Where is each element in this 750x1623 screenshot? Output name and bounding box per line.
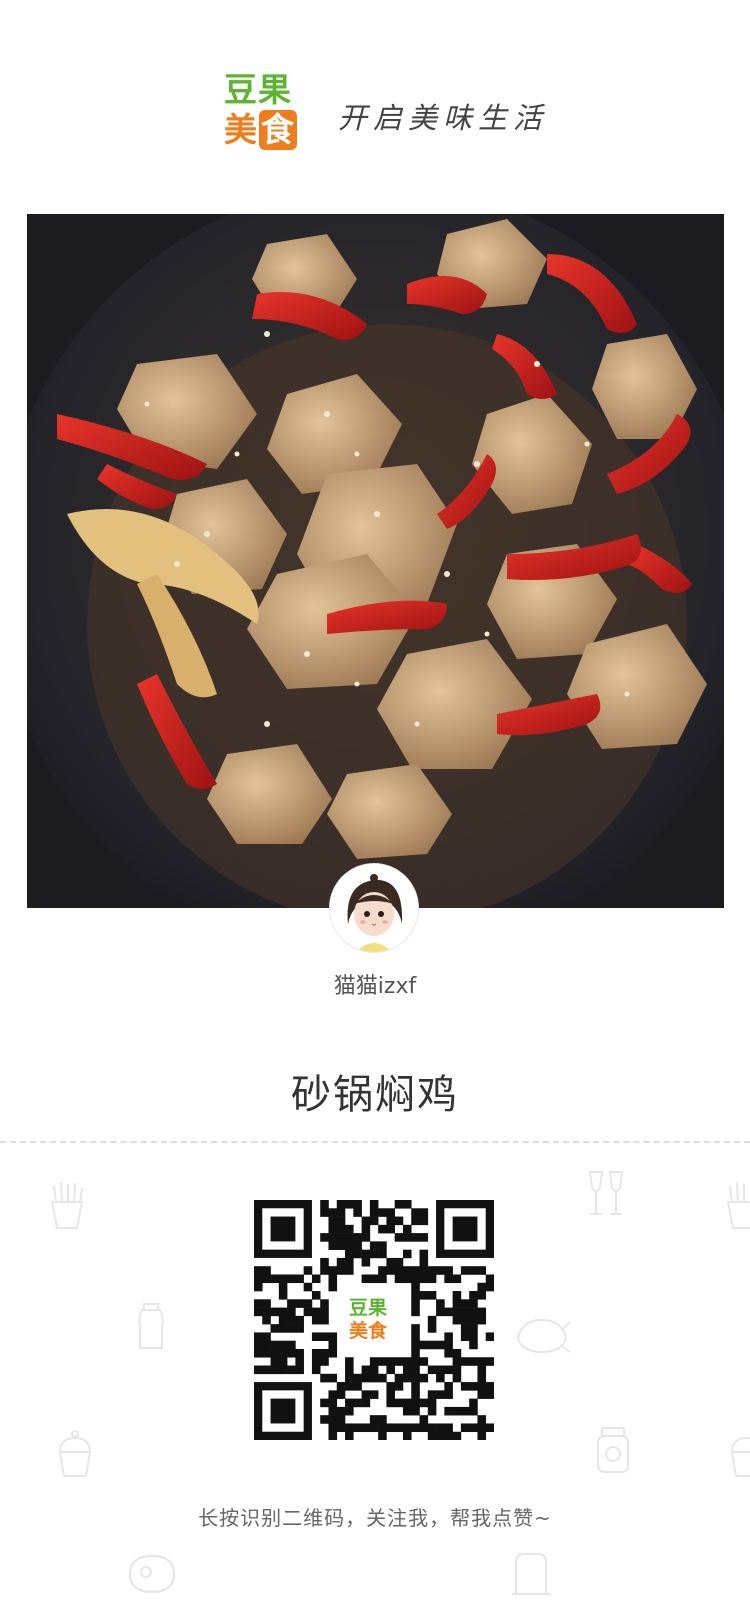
steak-icon bbox=[128, 1554, 176, 1594]
qr-caption: 长按识别二维码，关注我，帮我点赞~ bbox=[198, 1506, 552, 1530]
roast-chicken-icon bbox=[516, 1318, 571, 1354]
salt-shaker-icon bbox=[138, 1303, 164, 1349]
slogan: 开启美味生活 bbox=[338, 101, 549, 135]
fries-icon bbox=[50, 1181, 84, 1229]
cupcake-icon-right bbox=[730, 1436, 750, 1477]
qr-logo-top: 豆果 bbox=[349, 1297, 388, 1319]
app-header: 豆果 美食 开启美味生活 bbox=[0, 0, 750, 214]
douguo-logo: 豆果 美食 bbox=[224, 70, 314, 160]
jar-icon bbox=[597, 1427, 629, 1473]
recipe-title: 砂锅焖鸡 bbox=[291, 1072, 459, 1118]
qr-logo-bottom: 美食 bbox=[349, 1320, 388, 1342]
toaster-icon bbox=[512, 1553, 550, 1595]
logo-text-bottom: 美食 bbox=[224, 110, 297, 150]
qr-center-logo: 豆果 美食 bbox=[342, 1288, 406, 1352]
fries-icon-right bbox=[726, 1181, 750, 1229]
logo-char-shi: 食 bbox=[259, 110, 297, 150]
logo-char-mei: 美 bbox=[224, 110, 258, 149]
logo-text-top: 豆果 bbox=[224, 70, 292, 109]
author-name[interactable]: 猫猫izxf bbox=[0, 968, 750, 1000]
cupcake-icon bbox=[58, 1430, 92, 1477]
author-avatar[interactable] bbox=[330, 864, 418, 952]
wine-glasses-icon bbox=[588, 1171, 624, 1215]
qr-code[interactable]: 豆果 美食 bbox=[254, 1200, 495, 1441]
qr-logo-text: 豆果 美食 bbox=[349, 1297, 387, 1343]
recipe-photo bbox=[27, 214, 724, 908]
